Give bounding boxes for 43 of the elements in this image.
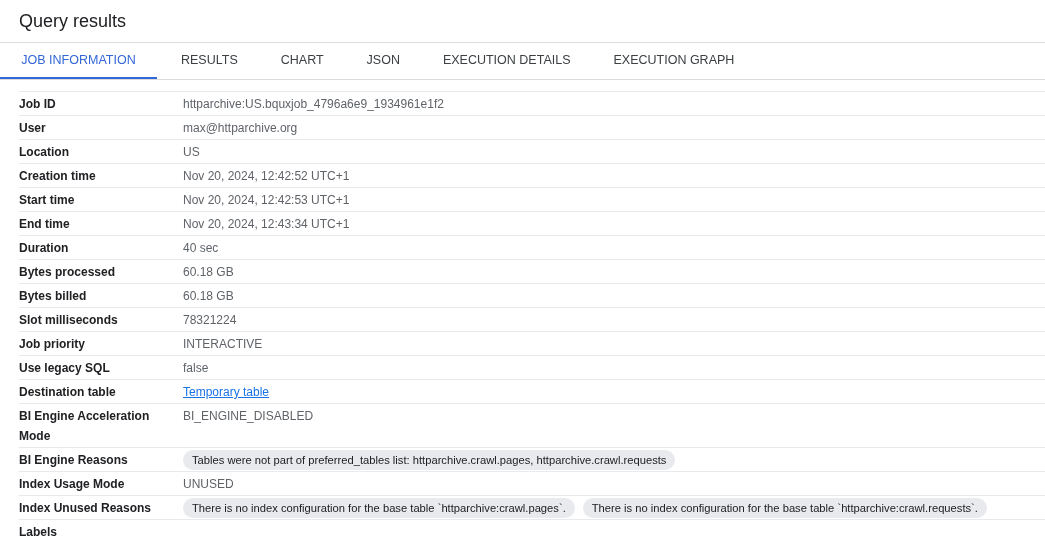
field-value: 40 sec [183, 240, 219, 257]
field-label: Creation time [19, 168, 97, 185]
field-value: 60.18 GB [183, 264, 234, 281]
field-label: Slot milliseconds [19, 312, 119, 329]
field-value: US [183, 144, 200, 161]
field-value: max@httparchive.org [183, 120, 298, 137]
tab[interactable]: JOB INFORMATION [0, 43, 157, 79]
tab[interactable]: EXECUTION GRAPH [594, 43, 754, 79]
field-value: INTERACTIVE [183, 336, 263, 353]
field-value: false [183, 360, 209, 377]
field-value: httparchive:US.bquxjob_4796a6e9_1934961e1f2 [183, 96, 444, 113]
field-label: Use legacy SQL [19, 360, 111, 377]
field-label: User [19, 120, 47, 137]
reason-chip: There is no index configuration for the base table `httparchive:crawl.requests`. [582, 498, 987, 518]
field-label: Index Usage Mode [19, 476, 126, 493]
field-label: Index Unused Reasons [19, 500, 153, 517]
field-value: Nov 20, 2024, 12:43:34 UTC+1 [183, 216, 350, 233]
field-value: UNUSED [183, 476, 234, 493]
field-label: Duration [19, 240, 70, 257]
field-label: Labels [19, 524, 58, 539]
field-label: BI Engine Reasons [19, 452, 129, 469]
field-label: Bytes processed [19, 264, 117, 281]
tab[interactable]: CHART [261, 43, 343, 79]
tab[interactable]: RESULTS [162, 43, 257, 79]
field-value: 60.18 GB [183, 288, 234, 305]
reason-chip: There is no index configuration for the base table `httparchive:crawl.pages`. [183, 498, 575, 518]
field-value: Nov 20, 2024, 12:42:52 UTC+1 [183, 168, 350, 185]
field-value: BI_ENGINE_DISABLED [183, 408, 314, 425]
tab[interactable]: EXECUTION DETAILS [423, 43, 590, 79]
reason-chip: Tables were not part of preferred_tables list: httparchive.crawl.pages, httparchive.crawl.requests [183, 450, 676, 470]
field-label: Location [19, 144, 70, 161]
field-label: Job ID [19, 96, 57, 113]
destination-link[interactable]: Temporary table [183, 380, 270, 403]
field-label: End time [19, 216, 71, 233]
field-value: Nov 20, 2024, 12:42:53 UTC+1 [183, 192, 350, 209]
field-label: Start time [19, 192, 76, 209]
field-label: Bytes billed [19, 288, 88, 305]
page-title: Query results [19, 10, 127, 32]
tab[interactable]: JSON [347, 43, 419, 79]
field-label: Destination table [19, 384, 117, 401]
field-label: Job priority [19, 336, 86, 353]
field-label: BI Engine Acceleration Mode [19, 408, 151, 445]
field-value: 78321224 [183, 312, 237, 329]
